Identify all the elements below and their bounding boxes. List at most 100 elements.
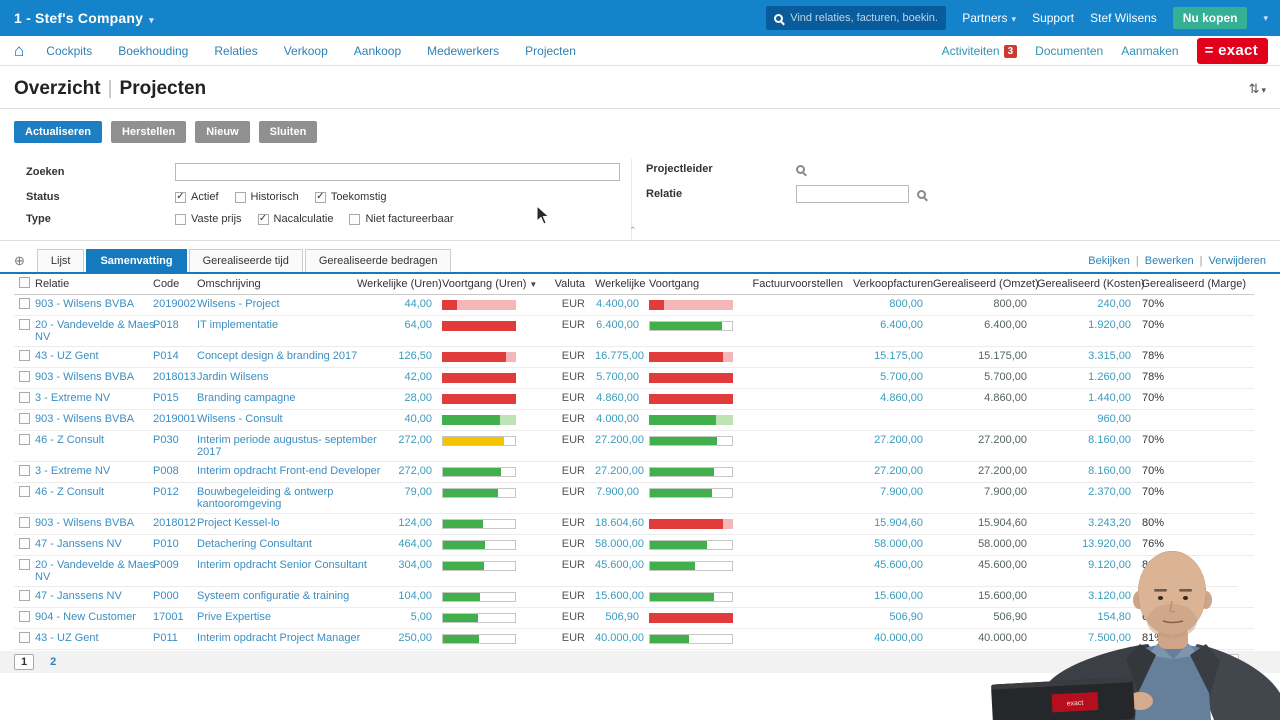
table-row[interactable]: 43 - UZ Gent P011 Interim opdracht Project… [14,628,1254,650]
company-selector[interactable]: 1 - Stef's Company ▾ [14,10,154,26]
partners-menu[interactable]: Partners ▾ [962,11,1016,25]
type-option-vaste-prijs[interactable]: Vaste prijs [175,213,242,225]
tab-gerealiseerde-bedragen[interactable]: Gerealiseerde bedragen [304,249,452,272]
column-header-gk[interactable]: Gerealiseerd (Kosten) [1032,274,1145,295]
checkbox-icon[interactable] [19,517,30,528]
column-header-wu[interactable]: Werkelijke (Uren) [352,274,442,295]
action-bewerken[interactable]: Bewerken [1145,255,1194,267]
nav-item-verkoop[interactable]: Verkoop [284,44,328,58]
table-row[interactable]: 20 - Vandevelde & Maes NV P018 IT implemen… [14,315,1254,347]
row-checkbox[interactable] [14,607,30,629]
herstellen-button[interactable]: Herstellen [111,121,187,143]
tab-samenvatting[interactable]: Samenvatting [86,249,187,272]
type-option-nacalculatie[interactable]: ✓ Nacalculatie [257,213,333,225]
column-header-val[interactable]: Valuta [532,274,590,295]
pin-icon[interactable]: ⊕ [14,253,25,269]
sort-settings-icon[interactable]: ⇅ ▾ [1249,81,1266,97]
row-checkbox[interactable] [14,482,30,514]
nav-item-aankoop[interactable]: Aankoop [354,44,401,58]
checkbox-icon[interactable] [19,632,30,643]
support-link[interactable]: Support [1032,11,1074,25]
checkbox-checked-icon[interactable]: ✓ [257,213,269,225]
nav-item-aanmaken[interactable]: Aanmaken [1121,44,1178,58]
checkbox-icon[interactable] [19,413,30,424]
buy-now-button[interactable]: Nu kopen [1172,7,1248,29]
row-checkbox[interactable] [14,430,30,462]
table-row[interactable]: 904 - New Customer 17001 Prive Expertise 5,… [14,607,1254,629]
table-row[interactable]: 903 - Wilsens BVBA 2018013 Jardin Wilsens 4… [14,367,1254,389]
row-checkbox[interactable] [14,315,30,347]
row-checkbox[interactable] [14,628,30,650]
row-checkbox[interactable] [14,461,30,483]
nav-item-boekhouding[interactable]: Boekhouding [118,44,188,58]
checkbox-icon[interactable] [19,350,30,361]
checkbox-checked-icon[interactable]: ✓ [314,191,326,203]
table-row[interactable]: 3 - Extreme NV P008 Interim opdracht Front… [14,461,1254,483]
tab-lijst[interactable]: Lijst [36,249,85,272]
checkbox-icon[interactable] [234,191,246,203]
nav-item-cockpits[interactable]: Cockpits [46,44,92,58]
checkbox-icon[interactable] [19,319,30,330]
column-header-go[interactable]: Gerealiseerd (Omzet) [928,274,1039,295]
relatie-input[interactable] [796,185,909,203]
column-header-relatie[interactable]: Relatie [30,274,148,295]
nav-item-activiteiten[interactable]: Activiteiten 3 [942,44,1018,58]
checkbox-icon[interactable] [19,277,30,288]
row-checkbox[interactable] [14,367,30,389]
status-option-toekomstig[interactable]: ✓ Toekomstig [314,191,386,203]
column-header-gm[interactable]: Gerealiseerd (Marge) [1136,274,1254,295]
table-row[interactable]: 903 - Wilsens BVBA 2019002 Wilsens - Proje… [14,294,1254,316]
checkbox-icon[interactable] [19,611,30,622]
chevron-down-icon[interactable]: ▾ [1263,13,1268,24]
select-all-checkbox[interactable] [14,274,30,295]
relatie-search-icon[interactable] [917,189,926,199]
page-2[interactable]: 2 [50,656,56,668]
row-checkbox[interactable] [14,555,30,587]
zoeken-input[interactable] [175,163,620,181]
column-header-vb[interactable]: Voortgang [644,274,742,295]
column-header-wb[interactable]: Werkelijke [590,274,646,295]
column-header-vf[interactable]: Verkoopfacturen [848,274,933,295]
column-header-fv[interactable]: Factuurvoorstellen [742,274,848,295]
nav-item-relaties[interactable]: Relaties [214,44,257,58]
table-row[interactable]: 903 - Wilsens BVBA 2018012 Project Kessel-… [14,513,1254,535]
page-size-selector[interactable]: 15 ▸ [1203,653,1239,671]
nav-item-medewerkers[interactable]: Medewerkers [427,44,499,58]
table-row[interactable]: 20 - Vandevelde & Maes NV P009 Interim opd… [14,555,1254,587]
nav-item-projecten[interactable]: Projecten [525,44,576,58]
nav-item-documenten[interactable]: Documenten [1035,44,1103,58]
actualiseren-button[interactable]: Actualiseren [14,121,103,143]
table-row[interactable]: 3 - Extreme NV P015 Branding campagne 28,00… [14,388,1254,410]
status-option-historisch[interactable]: Historisch [234,191,299,203]
row-checkbox[interactable] [14,409,30,431]
table-row[interactable]: 47 - Janssens NV P010 Detachering Consulta… [14,534,1254,556]
checkbox-icon[interactable] [19,434,30,445]
home-icon[interactable]: ⌂ [14,42,24,59]
checkbox-icon[interactable] [19,559,30,570]
type-option-niet-factureerbaar[interactable]: Niet factureerbaar [349,213,454,225]
column-header-oms[interactable]: Omschrijving [192,274,352,295]
collapse-panel-icon[interactable]: ˆ [631,226,635,238]
table-row[interactable]: 46 - Z Consult P012 Bouwbegeleiding & ontw… [14,482,1254,514]
row-checkbox[interactable] [14,534,30,556]
row-checkbox[interactable] [14,586,30,608]
column-header-vu[interactable]: Voortgang (Uren) ▼ [437,274,537,295]
checkbox-icon[interactable] [19,465,30,476]
projectleider-search-icon[interactable] [796,164,805,174]
checkbox-icon[interactable] [349,213,361,225]
action-bekijken[interactable]: Bekijken [1088,255,1130,267]
checkbox-icon[interactable] [175,213,186,225]
row-checkbox[interactable] [14,346,30,368]
checkbox-icon[interactable] [19,590,30,601]
table-row[interactable]: 47 - Janssens NV P000 Systeem configuratie… [14,586,1254,608]
page-1[interactable]: 1 [14,654,35,670]
nieuw-button[interactable]: Nieuw [195,121,250,143]
row-checkbox[interactable] [14,513,30,535]
sluiten-button[interactable]: Sluiten [258,121,318,143]
table-row[interactable]: 43 - UZ Gent P014 Concept design & brandin… [14,346,1254,368]
tab-gerealiseerde-tijd[interactable]: Gerealiseerde tijd [188,249,303,272]
table-row[interactable]: 903 - Wilsens BVBA 2019001 Wilsens - Consu… [14,409,1254,431]
checkbox-icon[interactable] [19,298,30,309]
status-option-actief[interactable]: ✓ Actief [175,191,219,203]
user-menu[interactable]: Stef Wilsens [1090,11,1157,25]
